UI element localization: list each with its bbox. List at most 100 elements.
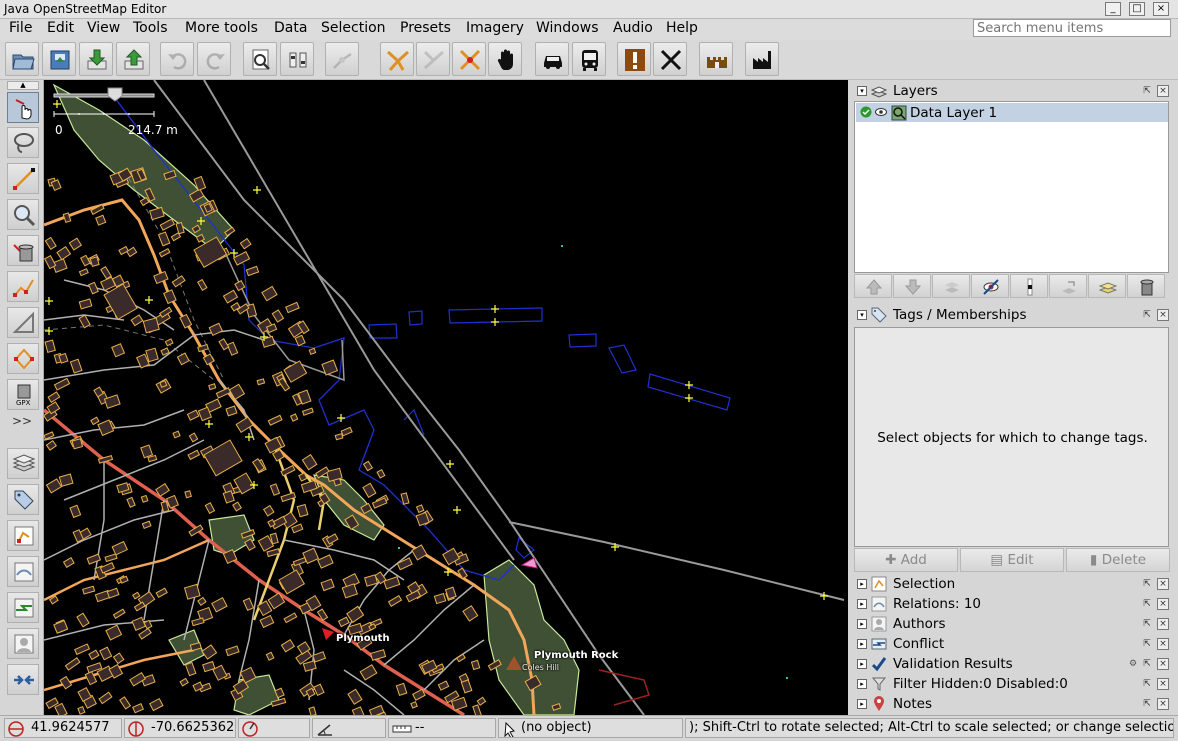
preset-hazard-button[interactable] [617, 42, 651, 76]
preset-bus-button[interactable] [572, 42, 606, 76]
preset-car-button[interactable] [535, 42, 569, 76]
expand-toggle[interactable]: ▸ [857, 639, 867, 649]
gpx-mode-button[interactable]: GPX [7, 379, 39, 410]
close-icon[interactable]: × [1157, 618, 1169, 630]
add-tag-button[interactable]: ✚ Add [854, 548, 958, 572]
close-icon[interactable]: × [1157, 85, 1169, 97]
close-icon[interactable]: × [1157, 309, 1169, 321]
close-window-button[interactable]: × [1153, 2, 1169, 16]
combine-way-button[interactable] [380, 42, 414, 76]
menu-imagery[interactable]: Imagery [466, 20, 524, 36]
settings-button[interactable] [280, 42, 314, 76]
save-button[interactable] [42, 42, 76, 76]
improve-way-mode-button[interactable] [7, 271, 39, 302]
more-tools-chevron-icon[interactable]: >> [12, 414, 32, 428]
conflict-panel-header[interactable]: ▸ Conflict ⇱ × [853, 634, 1173, 654]
delete-mode-button[interactable] [7, 235, 39, 266]
preferences-icon[interactable]: ⚙ [1127, 658, 1139, 670]
detach-icon[interactable]: ⇱ [1141, 698, 1153, 710]
menu-edit[interactable]: Edit [47, 20, 74, 36]
selection-panel-header[interactable]: ▸ Selection ⇱ × [853, 574, 1173, 594]
move-up-button[interactable] [854, 274, 892, 298]
close-icon[interactable]: × [1157, 678, 1169, 690]
expand-toggle[interactable]: ▸ [857, 679, 867, 689]
preset-restaurant-button[interactable] [653, 42, 687, 76]
collapse-toggle[interactable]: ▾ [857, 86, 867, 96]
map-canvas[interactable] [44, 80, 848, 715]
validation-panel-header[interactable]: ▸ Validation Results ⚙ ⇱ × [853, 654, 1173, 674]
duplicate-layer-button[interactable] [1049, 274, 1087, 298]
preset-castle-button[interactable] [699, 42, 733, 76]
expand-toggle[interactable]: ▸ [857, 619, 867, 629]
notes-panel-header[interactable]: ▸ Notes ⇱ × [853, 694, 1173, 714]
undo-button[interactable] [160, 42, 194, 76]
menu-file[interactable]: File [9, 20, 32, 36]
redo-button[interactable] [197, 42, 231, 76]
menu-audio[interactable]: Audio [613, 20, 653, 36]
close-icon[interactable]: × [1157, 598, 1169, 610]
merge-layer-button[interactable] [932, 274, 970, 298]
parallel-mode-button[interactable] [7, 307, 39, 338]
opacity-button[interactable] [1010, 274, 1048, 298]
delete-tag-button[interactable]: ▮ Delete [1066, 548, 1170, 572]
search-menu-input[interactable] [973, 19, 1171, 37]
menu-windows[interactable]: Windows [536, 20, 599, 36]
close-icon[interactable]: × [1157, 698, 1169, 710]
upload-button[interactable] [116, 42, 150, 76]
close-icon[interactable]: × [1157, 578, 1169, 590]
expand-toggle[interactable]: ▸ [857, 579, 867, 589]
detach-icon[interactable]: ⇱ [1141, 678, 1153, 690]
download-button[interactable] [79, 42, 113, 76]
menu-help[interactable]: Help [666, 20, 698, 36]
relations-panel-header[interactable]: ▸ Relations: 10 ⇱ × [853, 594, 1173, 614]
expand-toggle[interactable]: ▸ [857, 659, 867, 669]
move-down-button[interactable] [893, 274, 931, 298]
preferences-button[interactable] [243, 42, 277, 76]
toggle-layers-button[interactable] [7, 448, 39, 479]
split-way-button[interactable] [325, 42, 359, 76]
expand-toggle[interactable]: ▸ [857, 599, 867, 609]
select-mode-button[interactable] [7, 92, 39, 123]
zoom-mode-button[interactable] [7, 199, 39, 230]
menu-presets[interactable]: Presets [400, 20, 451, 36]
menu-more-tools[interactable]: More tools [185, 20, 258, 36]
lasso-mode-button[interactable] [7, 127, 39, 158]
detach-icon[interactable]: ⇱ [1141, 638, 1153, 650]
reverse-way-button[interactable] [416, 42, 450, 76]
toggle-tags-button[interactable] [7, 484, 39, 515]
detach-icon[interactable]: ⇱ [1141, 578, 1153, 590]
toggle-validator-button[interactable] [7, 664, 39, 695]
detach-icon[interactable]: ⇱ [1141, 598, 1153, 610]
pan-button[interactable] [488, 42, 522, 76]
menu-tools[interactable]: Tools [133, 20, 168, 36]
layer-row[interactable]: Data Layer 1 [856, 103, 1168, 122]
filter-panel-header[interactable]: ▸ Filter Hidden:0 Disabled:0 ⇱ × [853, 674, 1173, 694]
detach-icon[interactable]: ⇱ [1141, 309, 1153, 321]
layer-info-button[interactable] [1088, 274, 1126, 298]
toggle-conflict-button[interactable] [7, 592, 39, 623]
open-file-button[interactable] [5, 42, 39, 76]
preset-industrial-button[interactable] [745, 42, 779, 76]
toggle-visibility-button[interactable] [971, 274, 1009, 298]
toolbar-scroll-up-button[interactable]: ▲ [7, 81, 39, 90]
toggle-authors-button[interactable] [7, 628, 39, 659]
menu-selection[interactable]: Selection [321, 20, 386, 36]
detach-icon[interactable]: ⇱ [1141, 658, 1153, 670]
detach-icon[interactable]: ⇱ [1141, 618, 1153, 630]
detach-icon[interactable]: ⇱ [1141, 85, 1153, 97]
toggle-selection-button[interactable] [7, 520, 39, 551]
toggle-relations-button[interactable] [7, 556, 39, 587]
maximize-button[interactable]: □ [1129, 2, 1145, 16]
delete-layer-button[interactable] [1127, 274, 1165, 298]
edit-tag-button[interactable]: ▤ Edit [960, 548, 1064, 572]
minimize-button[interactable]: _ [1105, 2, 1121, 16]
close-icon[interactable]: × [1157, 638, 1169, 650]
draw-mode-button[interactable] [7, 163, 39, 194]
menu-view[interactable]: View [87, 20, 120, 36]
collapse-toggle[interactable]: ▾ [857, 310, 867, 320]
menu-data[interactable]: Data [274, 20, 307, 36]
authors-panel-header[interactable]: ▸ Authors ⇱ × [853, 614, 1173, 634]
map-view[interactable]: 0 214.7 m Plymouth Plymouth Rock Coles H… [44, 80, 848, 715]
extrude-mode-button[interactable] [7, 343, 39, 374]
split-junction-button[interactable] [452, 42, 486, 76]
